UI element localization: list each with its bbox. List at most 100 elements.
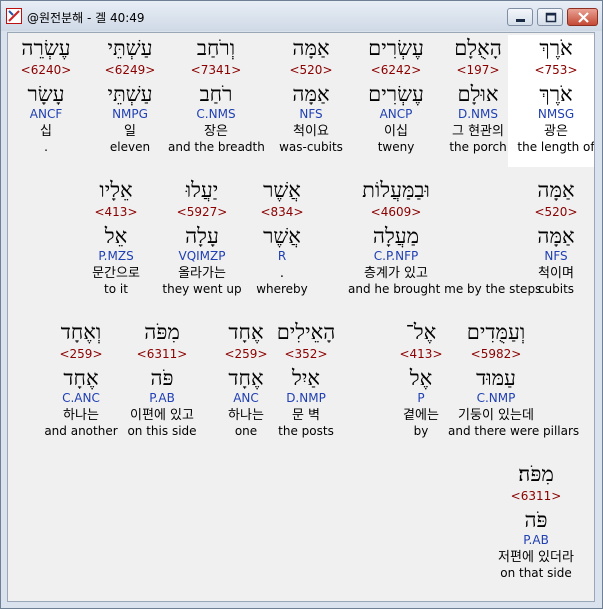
parse-code: VQIMZP	[178, 249, 226, 263]
word-block[interactable]: עֶשְׂרִים <6242> עֶשְׂרִים ANCP 이십 tweny	[348, 35, 444, 165]
parse-code: C.NMS	[196, 107, 236, 121]
lemma-word: אֵל	[104, 224, 128, 248]
parse-code: P.MZS	[98, 249, 134, 263]
hebrew-word: הָאֻלָם	[454, 36, 502, 60]
maximize-button[interactable]	[537, 8, 563, 26]
korean-gloss: 일	[124, 124, 136, 139]
window-title: @원전분해 - 겔 40:49	[27, 11, 145, 25]
hebrew-word: יַעֲלוּ	[185, 178, 219, 202]
app-window: @원전분해 - 겔 40:49 אֹרֶךְ <753> אֹרֶךְ NMSG 광은 t…	[0, 0, 603, 609]
word-block[interactable]: אֶל־ <413> אֶל P 곁에는 by	[373, 319, 469, 449]
lemma-word: רֹחַב	[199, 82, 233, 106]
strong-number: <413>	[399, 347, 443, 361]
korean-gloss: 올라가는	[178, 266, 226, 281]
word-block[interactable]: אֵלָיו <413> אֵל P.MZS 문간으로 to it	[68, 177, 164, 307]
english-gloss: and the breadth	[168, 140, 265, 154]
korean-gloss: 척이요	[293, 124, 329, 139]
word-block[interactable]: עֶשְׂרֵה <6240> עָשָׂר ANCF 십.	[8, 35, 94, 165]
lemma-word: עָשָׂר	[27, 82, 65, 106]
korean-gloss: 그 현관의	[452, 124, 504, 139]
lemma-word: אוּלָם	[457, 82, 499, 106]
english-gloss: was-cubits	[279, 140, 343, 154]
hebrew-word: עֶשְׂרִים	[368, 36, 424, 60]
close-icon	[578, 12, 589, 23]
lemma-word: פֹּה	[524, 508, 548, 532]
korean-gloss: 장은	[204, 124, 228, 139]
strong-number: <413>	[94, 205, 138, 219]
parse-code: NFS	[299, 107, 323, 121]
hebrew-word: אֶחָד	[228, 320, 264, 344]
korean-gloss: 저편에 있더라	[498, 550, 574, 565]
word-block[interactable]: וְאֶחָד <259> אֶחָד C.ANC 하나는 and another	[33, 319, 129, 449]
korean-gloss: 하나는	[63, 408, 99, 423]
korean-gloss: 곁에는	[403, 408, 439, 423]
app-icon	[6, 8, 22, 24]
hebrew-word: וּבַמַּעֲלוֹת	[362, 178, 430, 202]
english-gloss: eleven	[109, 140, 151, 154]
lemma-word: אַמָּה	[292, 82, 330, 106]
hebrew-word: אֵלָיו	[99, 178, 133, 202]
word-block[interactable]: וּבַמַּעֲלוֹת <4609> מַעֲלָה C.P.NFP 층계가 있고 a…	[348, 177, 542, 307]
word-block[interactable]: עַשְׁתֵּי <6249> עַשְׁתֵּי NMPG 일 eleven	[82, 35, 178, 165]
lemma-word: אֶחָד	[63, 366, 99, 390]
parse-code: NFS	[544, 249, 568, 263]
strong-number: <259>	[59, 347, 103, 361]
parse-code: NMPG	[112, 107, 148, 121]
parse-code: C.P.NFP	[373, 249, 419, 263]
word-block[interactable]: אֶחָד <259> אֶחָד ANC 하나는 one	[198, 319, 294, 449]
korean-gloss: 십	[40, 124, 52, 139]
close-button[interactable]	[567, 8, 598, 26]
strong-number: <520>	[289, 63, 333, 77]
korean-gloss: 척이며	[538, 266, 574, 281]
english-gloss: .	[44, 140, 48, 154]
strong-number: <5927>	[176, 205, 228, 219]
parse-code: ANCP	[379, 107, 413, 121]
english-gloss: and he brought me by the steps	[348, 282, 542, 296]
hebrew-word: עַשְׁתֵּי	[107, 36, 153, 60]
hebrew-word: מִפֹּה׃	[518, 462, 554, 486]
parse-code: D.NMS	[457, 107, 498, 121]
hebrew-word: עֶשְׂרֵה	[21, 36, 71, 60]
strong-number: <6249>	[104, 63, 156, 77]
english-gloss: one	[234, 424, 258, 438]
interlinear-panel: אֹרֶךְ <753> אֹרֶךְ NMSG 광은 the length of הָאֻ…	[7, 32, 595, 602]
english-gloss: to it	[104, 282, 128, 296]
hebrew-word: אַמָּה	[292, 36, 330, 60]
strong-number: <6240>	[20, 63, 72, 77]
korean-gloss: 문간으로	[92, 266, 140, 281]
lemma-word: אֶל	[409, 366, 433, 390]
hebrew-word: וְאֶחָד	[60, 320, 102, 344]
lemma-word: מַעֲלָה	[372, 224, 420, 248]
strong-number: <259>	[224, 347, 268, 361]
title-bar[interactable]: @원전분해 - 겔 40:49	[1, 1, 602, 31]
korean-gloss: 이십	[384, 124, 408, 139]
english-gloss: they went up	[162, 282, 242, 296]
word-block[interactable]: מִפֹּה׃ <6311> פֹּה P.AB 저편에 있더라 on that side	[488, 461, 584, 591]
parse-code: ANC	[233, 391, 259, 405]
word-block[interactable]: וְרֹחַב <7341> רֹחַב C.NMS 장은 and the breadth	[168, 35, 265, 165]
lemma-word: עֶשְׂרִים	[368, 82, 424, 106]
word-block[interactable]: יַעֲלוּ <5927> עָלָה VQIMZP 올라가는 they went up	[154, 177, 250, 307]
strong-number: <520>	[534, 205, 578, 219]
minimize-button[interactable]	[507, 8, 533, 26]
parse-code: ANCF	[29, 107, 63, 121]
lemma-word: עַשְׁתֵּי	[107, 82, 153, 106]
english-gloss: by	[413, 424, 429, 438]
lemma-word: עָלָה	[185, 224, 219, 248]
hebrew-word: וְרֹחַב	[196, 36, 236, 60]
english-gloss: and another	[44, 424, 118, 438]
hebrew-word: אַמָּה	[537, 178, 575, 202]
strong-number: <4609>	[370, 205, 422, 219]
word-block[interactable]: אַמָּה <520> אַמָּה NFS 척이요 was-cubits	[263, 35, 359, 165]
strong-number: <6242>	[370, 63, 422, 77]
lemma-word: אַמָּה	[537, 224, 575, 248]
strong-number: <197>	[456, 63, 500, 77]
minimize-icon	[516, 19, 525, 22]
english-gloss: the porch	[449, 140, 507, 154]
maximize-icon	[545, 12, 557, 23]
parse-code: C.ANC	[62, 391, 100, 405]
word-block[interactable]: הָאֻלָם <197> אוּלָם D.NMS 그 현관의 the porch	[430, 35, 526, 165]
parse-code: P	[417, 391, 425, 405]
korean-gloss: 층계가 있고	[364, 266, 428, 281]
parse-code: P.AB	[523, 533, 549, 547]
